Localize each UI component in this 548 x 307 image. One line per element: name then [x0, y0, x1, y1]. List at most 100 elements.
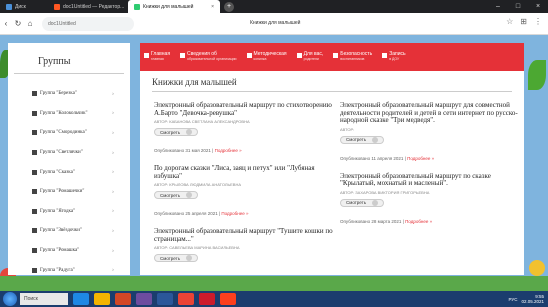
- sidebar-item[interactable]: Группа "Смородинка" ›: [8, 123, 130, 143]
- sidebar-item[interactable]: Группа "Березка" ›: [8, 84, 130, 104]
- sidebar-item-label: Группа "Радуга": [40, 267, 75, 273]
- new-tab-button[interactable]: +: [224, 1, 234, 12]
- read-more-link[interactable]: Подробнее »: [407, 156, 434, 161]
- group-icon: [32, 130, 37, 136]
- sidebar-item[interactable]: Группа "Ягодка" ›: [8, 202, 130, 222]
- read-more-link[interactable]: Подробнее »: [405, 219, 432, 224]
- sidebar-item[interactable]: Группа "Светлячки" ›: [8, 143, 130, 163]
- sidebar-item[interactable]: Группа "Радуга" ›: [8, 260, 130, 280]
- powerpoint-icon[interactable]: [115, 293, 131, 305]
- clock[interactable]: 9:55 02.05.2021: [521, 294, 544, 304]
- group-icon: [32, 248, 37, 254]
- article-author: АВТОР: САВЕЛЬЕВА МАРИНА ВАСИЛЬЕВНА: [154, 245, 240, 250]
- browser-tab-active[interactable]: Книжки для малышей ×: [128, 0, 220, 13]
- menu-item-parents[interactable]: Для вас, родители: [296, 51, 323, 63]
- sidebar-item-label: Группа "Березка": [40, 91, 77, 97]
- shield-icon: [333, 52, 339, 58]
- arrow-icon: [186, 255, 193, 261]
- maximize-icon[interactable]: □: [508, 3, 528, 10]
- folder-icon[interactable]: [94, 293, 110, 305]
- menu-item-enroll[interactable]: Запись в ДОУ: [382, 51, 406, 63]
- sidebar-item[interactable]: Группа "Звёздочки" ›: [8, 221, 130, 241]
- url-input[interactable]: doc1Untitled: [42, 16, 134, 31]
- info-icon: [180, 52, 186, 58]
- view-button[interactable]: Смотреть: [154, 191, 199, 199]
- menu-item-label: Главная: [151, 50, 171, 57]
- start-button[interactable]: [3, 292, 17, 306]
- chevron-right-icon: ›: [112, 227, 114, 234]
- media-player-icon[interactable]: [136, 293, 152, 305]
- article-title[interactable]: Электронный образовательный маршрут для …: [340, 101, 520, 125]
- chrome-icon[interactable]: [178, 293, 194, 305]
- pen-icon: [382, 52, 388, 58]
- article-entry: Электронный образовательный маршрут по с…: [154, 101, 334, 136]
- group-icon: [32, 91, 37, 97]
- tab-favicon-icon: [54, 3, 60, 10]
- article-author: АВТОР:: [340, 126, 355, 132]
- chevron-right-icon: ›: [112, 110, 114, 117]
- extensions-icon[interactable]: ⊞: [520, 17, 527, 26]
- menu-item-label: Методическая: [253, 50, 287, 57]
- article-title[interactable]: Электронный образовательный маршрут "Туш…: [154, 227, 334, 243]
- menu-item-home[interactable]: Главная главная: [144, 50, 171, 63]
- button-label: Смотреть: [160, 192, 181, 198]
- window-controls: – □ ×: [488, 3, 548, 10]
- section-heading: Книжки для малышей: [152, 77, 512, 92]
- publish-date: Опубликовано 28 марта 2021: [340, 218, 402, 224]
- sidebar-item[interactable]: Группа "Ромашка" ›: [8, 241, 130, 261]
- address-bar: ‹ ↻ ⌂ doc1Untitled Книжки для малышей ☆ …: [0, 13, 548, 35]
- publish-date: Опубликовано 11 апреля 2021: [340, 155, 404, 161]
- view-button[interactable]: Смотреть: [340, 135, 385, 144]
- read-more-link[interactable]: Подробнее »: [215, 148, 242, 153]
- article-author: АВТОР: КАБАНОВА СВЕТЛАНА АЛЕКСАНДРОВНА: [154, 119, 250, 124]
- browser-tab[interactable]: doc1Untitled — Редактор...: [48, 0, 128, 13]
- view-button[interactable]: Смотреть: [340, 198, 385, 207]
- chevron-right-icon: ›: [112, 208, 114, 215]
- menu-item-sub: воспитанников: [340, 57, 365, 61]
- arrow-icon: [372, 136, 379, 143]
- arrow-icon: [372, 199, 379, 206]
- word-icon[interactable]: [157, 293, 173, 305]
- home-icon[interactable]: ⌂: [24, 19, 36, 28]
- menu-item-safety[interactable]: Безопасность воспитанников: [333, 51, 372, 63]
- article-title[interactable]: По дорогам сказки "Лиса, заяц и петух" и…: [154, 164, 334, 180]
- sidebar-item-label: Группа "Смородинка": [40, 130, 87, 136]
- sidebar-item[interactable]: Группа "Колокольчик" ›: [8, 104, 130, 124]
- sidebar-item[interactable]: Группа "Ромашечки" ›: [8, 182, 130, 202]
- taskbar-search-input[interactable]: Поиск: [20, 293, 68, 305]
- sidebar-item[interactable]: Группа "Сказка" ›: [8, 162, 130, 182]
- tab-favicon-icon: [6, 3, 12, 10]
- opera-icon[interactable]: [199, 293, 215, 305]
- button-label: Смотреть: [346, 200, 367, 205]
- group-icon: [32, 189, 37, 195]
- yandex-icon[interactable]: [220, 293, 236, 305]
- refresh-icon[interactable]: ↻: [12, 19, 24, 28]
- menu-icon[interactable]: ⋮: [534, 17, 542, 26]
- bookmark-icon[interactable]: ☆: [506, 17, 513, 26]
- read-more-link[interactable]: Подробнее »: [221, 211, 248, 216]
- back-icon[interactable]: ‹: [0, 19, 12, 28]
- article-entry: По дорогам сказки "Лиса, заяц и петух" и…: [154, 164, 334, 199]
- ie-icon[interactable]: [73, 293, 89, 305]
- button-label: Смотреть: [160, 255, 181, 261]
- menu-item-methods[interactable]: Методическая копилка: [246, 50, 287, 63]
- group-icon: [32, 228, 37, 234]
- menu-item-about[interactable]: Сведения об образовательной организации: [180, 51, 237, 63]
- chevron-right-icon: ›: [112, 129, 114, 136]
- tab-label: Диск: [15, 3, 26, 10]
- sidebar-item-label: Группа "Сказка": [40, 169, 75, 175]
- groups-sidebar: Группы Группа "Березка" › Группа "Колокол…: [8, 43, 130, 275]
- browser-tab[interactable]: Диск: [0, 0, 48, 13]
- language-indicator[interactable]: РУС: [508, 297, 517, 302]
- article-author: АВТОР: ЗАХАРОВА ВИКТОРИЯ ГРИГОРЬЕВНА: [340, 189, 430, 195]
- close-tab-icon[interactable]: ×: [211, 4, 214, 10]
- users-icon: [296, 52, 302, 58]
- minimize-icon[interactable]: –: [488, 3, 508, 10]
- view-button[interactable]: Смотреть: [154, 254, 199, 262]
- article-title[interactable]: Электронный образовательный маршрут по с…: [340, 172, 520, 188]
- article-title[interactable]: Электронный образовательный маршрут по с…: [154, 101, 334, 117]
- view-button[interactable]: Смотреть: [154, 128, 199, 136]
- close-window-icon[interactable]: ×: [528, 3, 548, 10]
- button-label: Смотреть: [346, 137, 367, 142]
- main-content: Главная главная Сведения об образовательно…: [140, 43, 524, 275]
